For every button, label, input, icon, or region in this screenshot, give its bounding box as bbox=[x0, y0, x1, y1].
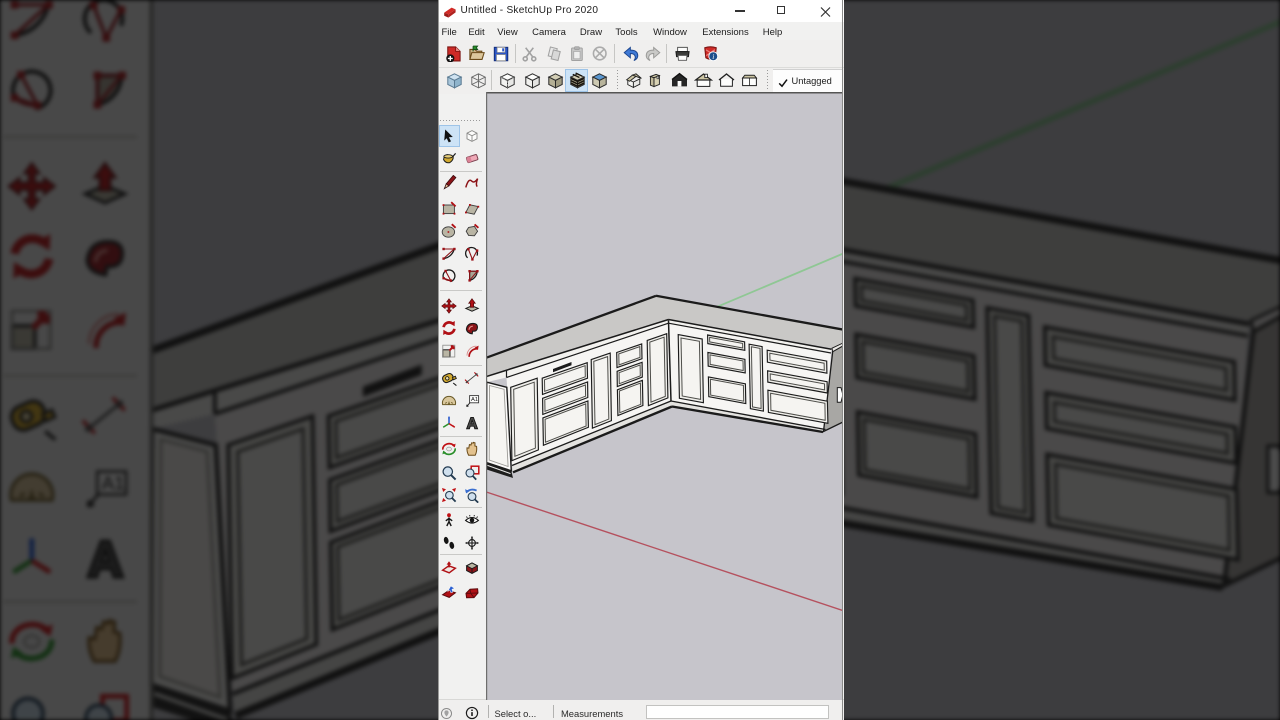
svg-text:i: i bbox=[712, 52, 714, 61]
svg-text:A1: A1 bbox=[471, 397, 478, 403]
svg-text:A1: A1 bbox=[102, 471, 125, 492]
